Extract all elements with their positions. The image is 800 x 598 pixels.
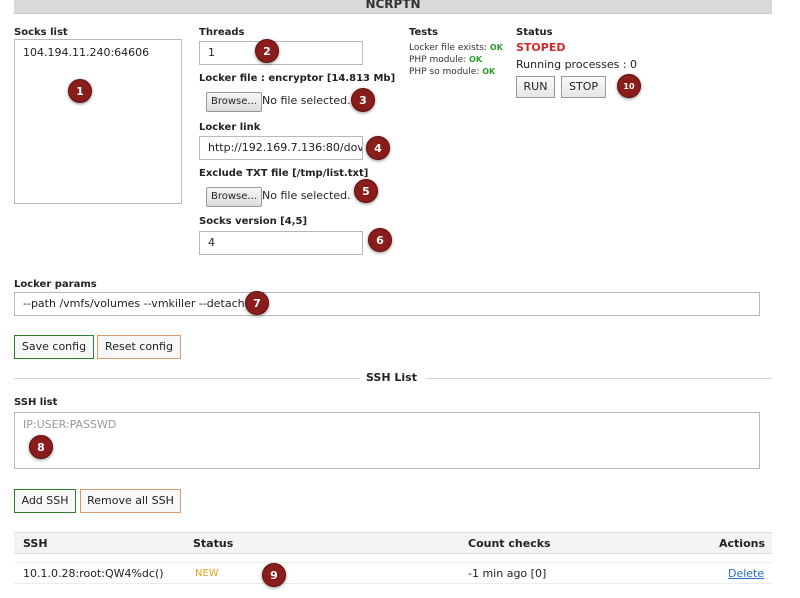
- annotation-marker-3: 3: [351, 88, 375, 112]
- tests-label: Tests: [409, 27, 438, 38]
- test-php-module: PHP module: OK: [409, 54, 482, 66]
- locker-params-label: Locker params: [14, 279, 97, 290]
- locker-file-browse-button[interactable]: Browse...: [206, 92, 262, 112]
- test-result: OK: [489, 43, 503, 52]
- col-count-checks: Count checks: [468, 537, 551, 550]
- socks-version-label: Socks version [4,5]: [199, 216, 308, 227]
- exclude-file-label: Exclude TXT file [/tmp/list.txt]: [199, 168, 369, 179]
- col-actions: Actions: [719, 537, 765, 550]
- save-config-button[interactable]: Save config: [14, 335, 94, 359]
- row-status-badge: NEW: [195, 568, 219, 579]
- locker-file-status: No file selected.: [262, 94, 351, 107]
- socks-list-label: Socks list: [14, 27, 68, 38]
- test-name: PHP so module:: [409, 67, 480, 77]
- status-value: STOPED: [516, 41, 566, 54]
- socks-list-textarea[interactable]: 104.194.11.240:64606: [14, 39, 182, 204]
- locker-link-label: Locker link: [199, 122, 261, 133]
- col-status: Status: [193, 537, 234, 550]
- annotation-marker-5: 5: [354, 179, 378, 203]
- test-result: OK: [482, 67, 496, 76]
- locker-file-label: Locker file : encryptor [14.813 Mb]: [199, 73, 396, 84]
- app-title: NCRPTN: [365, 0, 421, 11]
- test-locker-file: Locker file exists: OK: [409, 42, 503, 54]
- annotation-marker-7: 7: [245, 291, 269, 315]
- annotation-marker-8: 8: [29, 435, 53, 459]
- test-result: OK: [469, 55, 483, 64]
- annotation-marker-9: 9: [262, 563, 286, 587]
- header-bar: NCRPTN: [14, 0, 772, 14]
- exclude-file-status: No file selected.: [262, 189, 351, 202]
- exclude-file-browse-button[interactable]: Browse...: [206, 187, 262, 207]
- ssh-list-textarea[interactable]: IP:USER:PASSWD: [14, 412, 760, 469]
- annotation-marker-1: 1: [68, 79, 92, 103]
- stop-button[interactable]: STOP: [561, 76, 606, 98]
- test-name: PHP module:: [409, 55, 467, 65]
- socks-version-input[interactable]: 4: [199, 231, 363, 255]
- status-label: Status: [516, 27, 553, 38]
- col-ssh: SSH: [23, 537, 48, 550]
- table-row: 10.1.0.28:root:QW4%dc() NEW -1 min ago […: [14, 562, 772, 584]
- ssh-list-label: SSH list: [14, 397, 58, 408]
- delete-link[interactable]: Delete: [728, 567, 764, 580]
- test-php-so-module: PHP so module: OK: [409, 66, 495, 78]
- ssh-list-placeholder: IP:USER:PASSWD: [23, 418, 117, 431]
- ssh-table-header: SSH Status Count checks Actions: [14, 532, 772, 554]
- remove-all-ssh-button[interactable]: Remove all SSH: [80, 489, 181, 513]
- run-button[interactable]: RUN: [516, 76, 555, 98]
- locker-params-input[interactable]: --path /vmfs/volumes --vmkiller --detach: [14, 292, 760, 316]
- reset-config-button[interactable]: Reset config: [97, 335, 181, 359]
- locker-link-input[interactable]: http://192.169.7.136:80/dov: [199, 136, 363, 160]
- annotation-marker-10: 10: [617, 74, 641, 98]
- socks-list-item: 104.194.11.240:64606: [23, 46, 150, 59]
- row-ssh: 10.1.0.28:root:QW4%dc(): [23, 567, 164, 580]
- ssh-section-title: SSH List: [366, 371, 417, 384]
- annotation-marker-4: 4: [366, 136, 390, 160]
- row-count-checks: -1 min ago [0]: [468, 567, 547, 580]
- add-ssh-button[interactable]: Add SSH: [14, 489, 76, 513]
- test-name: Locker file exists:: [409, 43, 488, 53]
- annotation-marker-6: 6: [368, 228, 392, 252]
- section-divider-left: [14, 378, 360, 379]
- section-divider-right: [426, 378, 772, 379]
- annotation-marker-2: 2: [255, 39, 279, 63]
- threads-input[interactable]: 1: [199, 41, 363, 65]
- threads-label: Threads: [199, 27, 245, 38]
- running-processes-text: Running processes : 0: [516, 58, 638, 71]
